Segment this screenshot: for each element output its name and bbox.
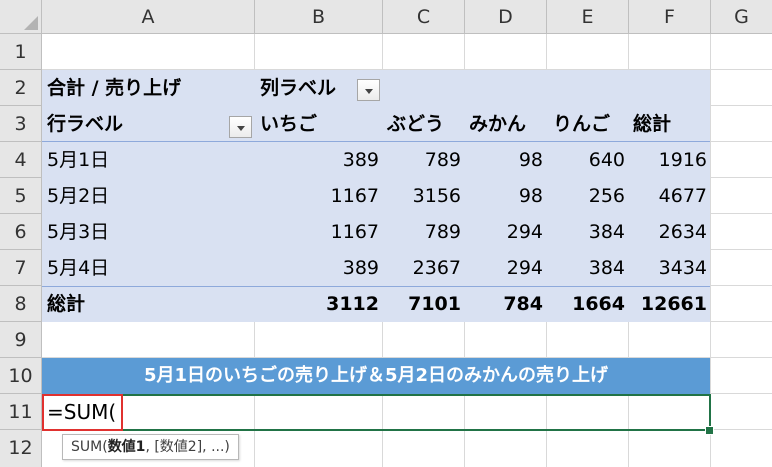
column-header-d[interactable]: D xyxy=(465,0,547,34)
tooltip-current-argument[interactable]: 数値1 xyxy=(108,439,146,455)
pivot-value-cell[interactable]: 4677 xyxy=(629,178,711,214)
pivot-value-cell[interactable]: 98 xyxy=(465,178,547,214)
pivot-row-label: 行ラベル xyxy=(47,113,124,135)
pivot-grand-total-label[interactable]: 総計 xyxy=(42,286,255,322)
pivot-value-cell[interactable]: 1916 xyxy=(629,142,711,178)
column-header-b[interactable]: B xyxy=(255,0,383,34)
pivot-grand-total-cell[interactable]: 3112 xyxy=(255,286,383,322)
row-header-3[interactable]: 3 xyxy=(0,106,42,142)
pivot-row-label-cell[interactable]: 5月4日 xyxy=(42,250,255,286)
pivot-value-cell[interactable]: 2634 xyxy=(629,214,711,250)
pivot-value-cell[interactable]: 294 xyxy=(465,250,547,286)
column-header-c[interactable]: C xyxy=(383,0,465,34)
pivot-col-header-mandarin: みかん xyxy=(469,113,527,135)
pivot-col-header-apple: りんご xyxy=(553,113,611,135)
row-header-11[interactable]: 11 xyxy=(0,394,42,430)
pivot-value-cell[interactable]: 384 xyxy=(547,214,629,250)
active-cell-a11[interactable] xyxy=(42,394,711,431)
column-header-f[interactable]: F xyxy=(629,0,711,34)
dropdown-arrow-icon xyxy=(237,126,245,131)
spreadsheet-grid: A B C D E F G 1 2 3 4 5 6 7 8 9 10 11 12… xyxy=(0,0,772,467)
pivot-value-cell[interactable]: 294 xyxy=(465,214,547,250)
tooltip-remaining-arguments: , [数値2], ...) xyxy=(145,439,230,455)
row-header-10[interactable]: 10 xyxy=(0,358,42,394)
select-all-corner[interactable] xyxy=(0,0,42,34)
pivot-value-cell[interactable]: 640 xyxy=(547,142,629,178)
row-header-5[interactable]: 5 xyxy=(0,178,42,214)
pivot-value-cell[interactable]: 789 xyxy=(383,214,465,250)
row-header-1[interactable]: 1 xyxy=(0,34,42,70)
row-header-12[interactable]: 12 xyxy=(0,430,42,467)
pivot-value-cell[interactable]: 789 xyxy=(383,142,465,178)
row-header-6[interactable]: 6 xyxy=(0,214,42,250)
merged-title-banner[interactable]: 5月1日のいちごの売り上げ＆5月2日のみかんの売り上げ xyxy=(42,358,710,394)
dropdown-arrow-icon xyxy=(365,89,373,94)
column-header-g[interactable]: G xyxy=(711,0,772,34)
pivot-value-cell[interactable]: 1167 xyxy=(255,178,383,214)
pivot-value-cell[interactable]: 98 xyxy=(465,142,547,178)
pivot-value-cell[interactable]: 384 xyxy=(547,250,629,286)
pivot-row-label-cell[interactable]: 5月1日 xyxy=(42,142,255,178)
pivot-col-header-grape: ぶどう xyxy=(387,113,445,135)
pivot-grand-total-cell[interactable]: 12661 xyxy=(629,286,711,322)
pivot-value-cell[interactable]: 256 xyxy=(547,178,629,214)
pivot-row-label-cell[interactable]: 5月2日 xyxy=(42,178,255,214)
pivot-column-label: 列ラベル xyxy=(260,77,337,99)
function-arguments-tooltip[interactable]: SUM(数値1, [数値2], ...) xyxy=(62,434,239,460)
pivot-value-cell[interactable]: 3434 xyxy=(629,250,711,286)
tooltip-function-name[interactable]: SUM( xyxy=(71,439,108,455)
row-header-7[interactable]: 7 xyxy=(0,250,42,286)
pivot-col-header-total: 総計 xyxy=(633,113,672,135)
pivot-grand-total-cell[interactable]: 7101 xyxy=(383,286,465,322)
column-label-filter-button[interactable] xyxy=(357,79,380,101)
pivot-value-label: 合計 / 売り上げ xyxy=(47,77,182,99)
column-header-a[interactable]: A xyxy=(42,0,255,34)
row-header-8[interactable]: 8 xyxy=(0,286,42,322)
pivot-col-header-strawberry: いちご xyxy=(260,113,318,135)
pivot-value-cell[interactable]: 389 xyxy=(255,250,383,286)
row-header-9[interactable]: 9 xyxy=(0,322,42,358)
pivot-value-cell[interactable]: 3156 xyxy=(383,178,465,214)
pivot-grand-total-cell[interactable]: 1664 xyxy=(547,286,629,322)
pivot-value-cell[interactable]: 1167 xyxy=(255,214,383,250)
highlight-box xyxy=(42,394,123,431)
column-header-e[interactable]: E xyxy=(547,0,629,34)
pivot-row-label-cell[interactable]: 5月3日 xyxy=(42,214,255,250)
row-label-filter-button[interactable] xyxy=(229,116,252,138)
pivot-value-cell[interactable]: 2367 xyxy=(383,250,465,286)
row-header-2[interactable]: 2 xyxy=(0,70,42,106)
row-header-4[interactable]: 4 xyxy=(0,142,42,178)
pivot-value-cell[interactable]: 389 xyxy=(255,142,383,178)
fill-handle[interactable] xyxy=(705,426,714,435)
pivot-grand-total-cell[interactable]: 784 xyxy=(465,286,547,322)
